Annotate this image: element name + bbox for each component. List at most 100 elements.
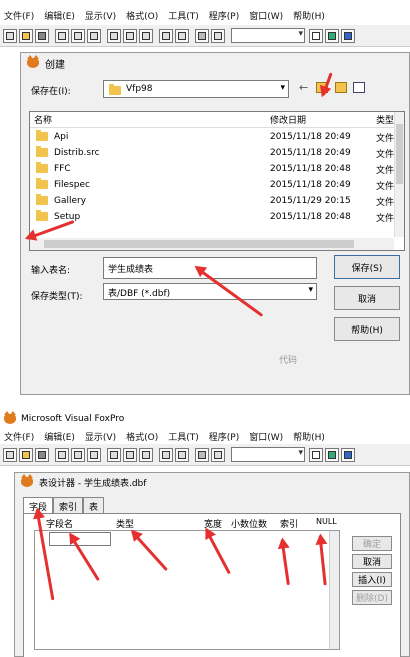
save-button[interactable]: 保存(S)	[334, 255, 400, 279]
col-field-name: 字段名	[46, 520, 74, 530]
copy-icon[interactable]	[123, 447, 137, 462]
file-date: 2015/11/18 20:48	[270, 164, 351, 174]
spell-icon[interactable]	[87, 28, 101, 43]
save-icon[interactable]	[35, 28, 49, 43]
folder-icon	[109, 83, 121, 95]
menu-item[interactable]: 帮助(H)	[293, 9, 325, 22]
save-in-value: Vfp98	[126, 84, 153, 94]
folder-icon	[36, 130, 48, 143]
menu-item[interactable]: 文件(F)	[4, 430, 34, 443]
paste-icon[interactable]	[139, 28, 153, 43]
print-icon[interactable]	[55, 447, 69, 462]
preview-icon[interactable]	[71, 447, 85, 462]
save-in-label: 保存在(I):	[31, 87, 71, 97]
data-session-icon[interactable]	[325, 447, 339, 462]
col-null: NULL	[316, 517, 337, 526]
paste-icon[interactable]	[139, 447, 153, 462]
data-session-icon[interactable]	[325, 28, 339, 43]
open-folder-icon[interactable]	[19, 28, 33, 43]
column-date[interactable]: 修改日期	[270, 113, 306, 126]
cut-icon[interactable]	[107, 28, 121, 43]
fox-icon	[27, 55, 39, 68]
file-type: 文件	[376, 181, 395, 192]
spell-icon[interactable]	[87, 447, 101, 462]
fox-icon	[4, 411, 16, 424]
run-icon[interactable]	[195, 447, 209, 462]
designer-caption: 表设计器 - 学生成绩表.dbf	[15, 473, 409, 491]
file-date: 2015/11/18 20:49	[270, 148, 351, 158]
menu-item[interactable]: 格式(O)	[126, 9, 158, 22]
folder-icon	[36, 210, 48, 223]
menu-item[interactable]: 显示(V)	[85, 9, 116, 22]
code-page-label: 代码	[279, 356, 298, 366]
menu-item[interactable]: 文件(F)	[4, 9, 34, 22]
menu-bar: 文件(F) 编辑(E) 显示(V) 格式(O) 工具(T) 程序(P) 窗口(W) 帮助(H)	[0, 6, 410, 24]
database-combo[interactable]	[231, 28, 305, 43]
list-item[interactable]: Setup 2015/11/18 20:48 文件	[30, 209, 404, 225]
view-menu-icon[interactable]	[353, 82, 365, 93]
column-type[interactable]: 类型	[376, 113, 394, 126]
undo-icon[interactable]	[159, 28, 173, 43]
menu-item[interactable]: 程序(P)	[209, 9, 239, 22]
chevron-down-icon: ▾	[308, 285, 313, 295]
menu-item[interactable]: 窗口(W)	[249, 430, 283, 443]
list-item[interactable]: Filespec 2015/11/18 20:49 文件	[30, 177, 404, 193]
delete-button[interactable]: 删除(D)	[352, 590, 392, 605]
command-window-icon[interactable]	[309, 28, 323, 43]
file-type: 文件	[376, 197, 395, 208]
insert-button[interactable]: 插入(I)	[352, 572, 392, 587]
open-folder-icon[interactable]	[19, 447, 33, 462]
modify-icon[interactable]	[211, 447, 225, 462]
form-wizard-icon[interactable]	[341, 28, 355, 43]
filetype-value: 表/DBF (*.dbf)	[108, 289, 171, 299]
modify-icon[interactable]	[211, 28, 225, 43]
list-item[interactable]: Distrib.src 2015/11/18 20:49 文件	[30, 145, 404, 161]
undo-icon[interactable]	[159, 447, 173, 462]
new-file-icon[interactable]	[3, 447, 17, 462]
file-type: 文件	[376, 149, 395, 160]
folder-icon	[36, 146, 48, 159]
redo-icon[interactable]	[175, 447, 189, 462]
help-button[interactable]: 帮助(H)	[334, 317, 400, 341]
redo-icon[interactable]	[175, 28, 189, 43]
toolbar	[0, 25, 410, 47]
filetype-dropdown[interactable]: 表/DBF (*.dbf) ▾	[103, 283, 317, 300]
cancel-button[interactable]: 取消	[334, 286, 400, 310]
database-combo[interactable]	[231, 447, 305, 462]
menu-item[interactable]: 格式(O)	[126, 430, 158, 443]
back-arrow-icon[interactable]: ←	[299, 81, 308, 94]
menu-item[interactable]: 显示(V)	[85, 430, 116, 443]
menu-item[interactable]: 窗口(W)	[249, 9, 283, 22]
command-window-icon[interactable]	[309, 447, 323, 462]
menu-item[interactable]: 工具(T)	[168, 9, 199, 22]
file-list[interactable]: 名称 修改日期 类型 Api 2015/11/18 20:49 文件 Distrib.…	[29, 111, 405, 251]
copy-icon[interactable]	[123, 28, 137, 43]
menu-item[interactable]: 帮助(H)	[293, 430, 325, 443]
horizontal-scrollbar[interactable]	[30, 238, 394, 250]
new-folder-icon[interactable]	[335, 82, 347, 93]
cancel-button[interactable]: 取消	[352, 554, 392, 569]
folder-icon	[36, 194, 48, 207]
menu-item[interactable]: 编辑(E)	[44, 9, 75, 22]
field-name-input[interactable]	[49, 532, 111, 546]
new-file-icon[interactable]	[3, 28, 17, 43]
list-item[interactable]: Gallery 2015/11/29 20:15 文件	[30, 193, 404, 209]
list-item[interactable]: Api 2015/11/18 20:49 文件	[30, 129, 404, 145]
save-in-dropdown[interactable]: Vfp98 ▾	[103, 80, 289, 98]
file-name: Distrib.src	[54, 148, 100, 158]
cut-icon[interactable]	[107, 447, 121, 462]
menu-item[interactable]: 编辑(E)	[44, 430, 75, 443]
menu-item[interactable]: 程序(P)	[209, 430, 239, 443]
save-icon[interactable]	[35, 447, 49, 462]
ok-button[interactable]: 确定	[352, 536, 392, 551]
grid-scrollbar[interactable]	[329, 531, 339, 649]
run-icon[interactable]	[195, 28, 209, 43]
list-item[interactable]: FFC 2015/11/18 20:48 文件	[30, 161, 404, 177]
column-name[interactable]: 名称	[34, 113, 52, 126]
menu-item[interactable]: 工具(T)	[168, 430, 199, 443]
vertical-scrollbar[interactable]	[394, 112, 404, 237]
print-icon[interactable]	[55, 28, 69, 43]
preview-icon[interactable]	[71, 28, 85, 43]
file-date: 2015/11/29 20:15	[270, 196, 351, 206]
form-wizard-icon[interactable]	[341, 447, 355, 462]
